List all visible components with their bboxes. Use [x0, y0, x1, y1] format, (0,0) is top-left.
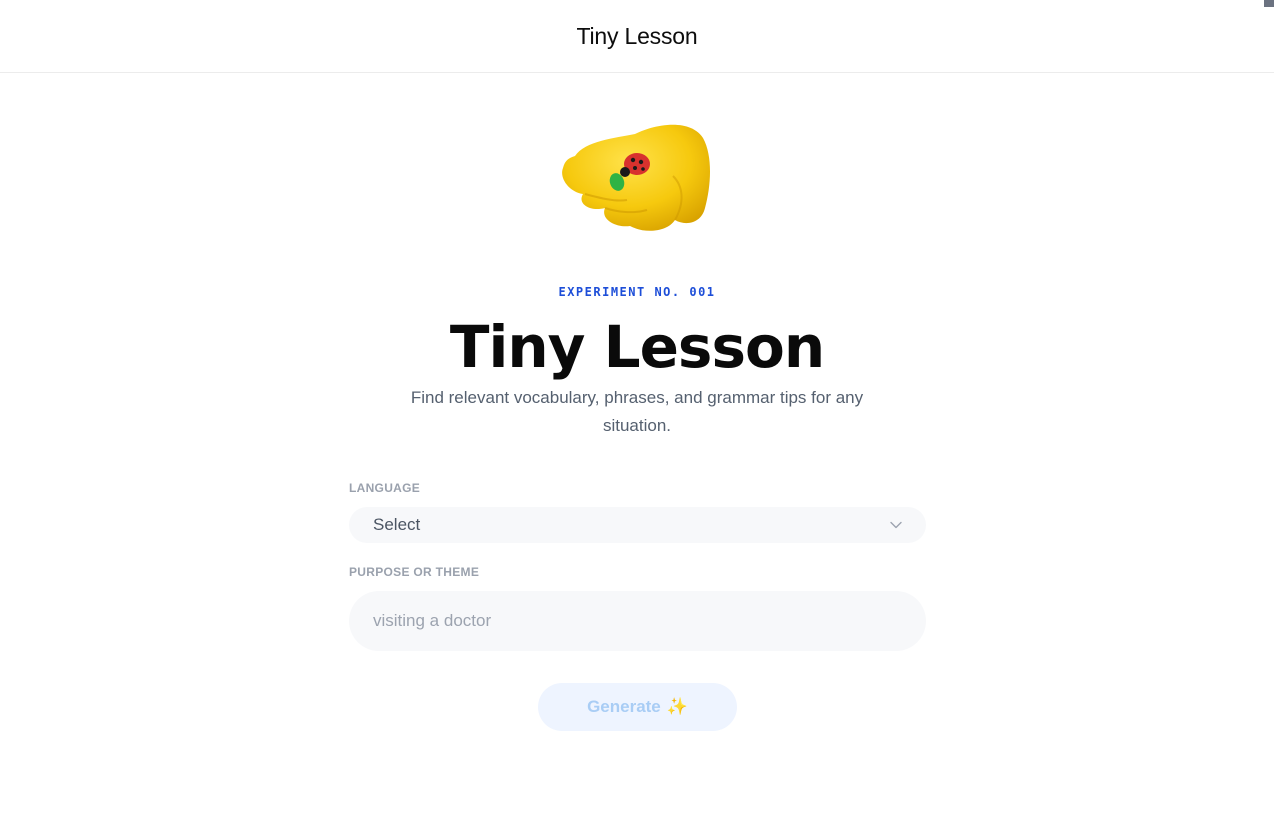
generate-button-label: Generate — [587, 697, 661, 716]
purpose-input[interactable] — [349, 591, 926, 651]
yellow-hand-with-ladybug-icon — [562, 124, 710, 231]
app-title: Tiny Lesson — [576, 22, 698, 49]
top-bar: Tiny Lesson — [0, 0, 1274, 73]
page-subtitle: Find relevant vocabulary, phrases, and g… — [410, 388, 864, 435]
purpose-label: PURPOSE OR THEME — [349, 565, 480, 579]
sparkles-icon: ✨ — [666, 697, 688, 716]
chevron-down-icon — [890, 521, 902, 529]
experiment-label: EXPERIMENT NO. 001 — [558, 285, 716, 299]
generate-button[interactable]: Generate ✨ — [538, 683, 737, 731]
language-label: LANGUAGE — [349, 481, 421, 495]
language-select-value: Select — [373, 515, 421, 534]
language-select[interactable]: Select — [349, 507, 926, 543]
corner-marker — [1264, 0, 1274, 7]
page-title: Tiny Lesson — [449, 313, 825, 381]
